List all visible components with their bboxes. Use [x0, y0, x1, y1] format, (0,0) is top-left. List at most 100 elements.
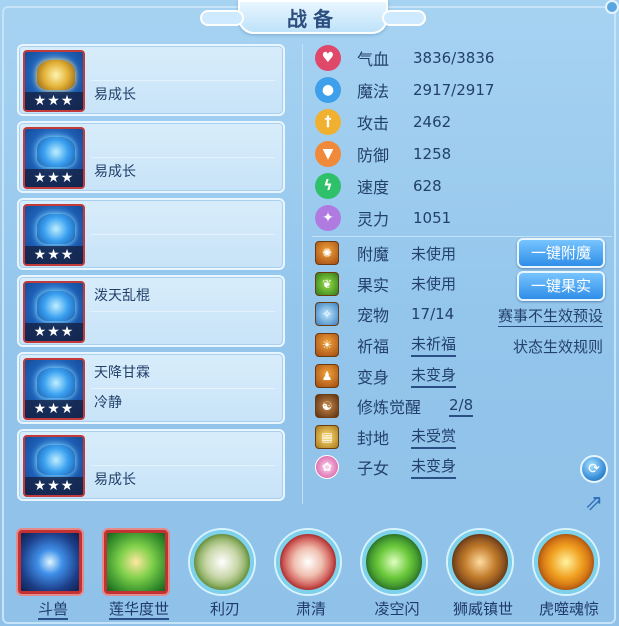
- divider: [91, 157, 275, 158]
- row-value[interactable]: 未变身: [411, 455, 457, 480]
- skill-slot-2[interactable]: 莲华度世: [98, 528, 172, 624]
- row-value[interactable]: 未祈福: [411, 333, 457, 358]
- skill-slot-4[interactable]: 肃清: [270, 528, 344, 624]
- attribute-list: ♥ 气血 3836/3836 ● 魔法 2917/2917 † 攻击 2462 …: [315, 42, 615, 234]
- skill-label: 虎噬魂惊: [538, 600, 599, 618]
- row-territory: ▤ 封地 未受赏: [315, 422, 615, 453]
- title-left-ornament: [200, 10, 244, 26]
- boots-gem-icon: [37, 445, 75, 475]
- divider: [91, 234, 275, 235]
- equipment-list: ★★★ 易成长 ★★★ 易成长 ★★★ ★★★ 泼天乱棍 ★★★ 天降甘霖 冷静…: [17, 44, 285, 506]
- enchant-icon: ✺: [315, 241, 339, 266]
- skill-label: 凌空闪: [374, 600, 420, 618]
- row-awakening: ☯ 修炼觉醒 2/8: [315, 391, 615, 422]
- blue-boots-icon: ★★★: [23, 435, 85, 497]
- stat-defense: ▼ 防御 1258: [315, 138, 615, 170]
- equipment-slot-2[interactable]: ★★★ 易成长: [17, 121, 285, 193]
- lion-icon: [448, 530, 512, 594]
- row-pet: ✧ 宠物 17/14 赛事不生效预设: [315, 299, 615, 330]
- row-label: 宠物: [357, 306, 390, 326]
- heart-icon: ♥: [315, 45, 341, 71]
- belt-gem-icon: [37, 368, 75, 398]
- territory-icon: ▤: [315, 424, 339, 449]
- skill-slot-3[interactable]: 利刃: [184, 528, 258, 624]
- stat-label: 攻击: [357, 114, 390, 133]
- row-label: 果实: [357, 275, 390, 295]
- blue-necklace-icon: ★★★: [23, 204, 85, 266]
- equipment-slot-4[interactable]: ★★★ 泼天乱棍: [17, 275, 285, 347]
- purge-icon: [276, 530, 340, 594]
- necklace-gem-icon: [37, 214, 75, 244]
- skill-slot-6[interactable]: 狮威镇世: [442, 528, 516, 624]
- stat-label: 防御: [357, 146, 390, 165]
- row-value[interactable]: 未受赏: [411, 425, 457, 449]
- row-fruit: ❦ 果实 未使用 一键果实: [315, 269, 615, 301]
- skill-label: 狮威镇世: [452, 600, 513, 618]
- row-value[interactable]: 2/8: [449, 396, 474, 417]
- weapon-gem-icon: [37, 60, 75, 90]
- share-icon[interactable]: ⇗: [578, 490, 610, 518]
- skill-slot-5[interactable]: 凌空闪: [356, 528, 430, 624]
- skill-bar: 斗兽 莲华度世 利刃 肃清 凌空闪 狮威镇世 虎噬魂惊: [12, 528, 616, 624]
- equipment-slot-5[interactable]: ★★★ 天降甘霖 冷静: [17, 352, 285, 424]
- row-label: 修炼觉醒: [357, 398, 422, 418]
- equipment-trait: 易成长: [94, 87, 136, 103]
- tournament-preset-link[interactable]: 赛事不生效预设: [497, 305, 603, 328]
- star-rating: ★★★: [25, 323, 83, 341]
- stat-label: 魔法: [357, 82, 390, 101]
- lotus-icon: ✿: [315, 455, 339, 480]
- equipment-slot-3[interactable]: ★★★: [17, 198, 285, 270]
- equipment-trait: 冷静: [94, 395, 122, 411]
- stat-spirit: ✦ 灵力 1051: [315, 202, 615, 234]
- equipment-trait: 易成长: [94, 164, 136, 180]
- flash-icon: [362, 530, 426, 594]
- star-rating: ★★★: [25, 246, 83, 264]
- mana-icon: ●: [315, 77, 341, 103]
- skill-slot-7[interactable]: 虎噬魂惊: [528, 528, 602, 624]
- pet-icon: ✧: [315, 302, 339, 327]
- sword-icon: †: [315, 109, 341, 135]
- blessing-icon: ☀: [315, 333, 339, 358]
- title-right-ornament: [382, 10, 426, 26]
- refresh-icon[interactable]: ⟳: [580, 455, 608, 483]
- equipment-slot-1[interactable]: ★★★ 易成长: [17, 44, 285, 116]
- skill-slot-1[interactable]: 斗兽: [12, 528, 86, 624]
- page-title: 战备: [287, 6, 339, 31]
- speed-icon: ϟ: [315, 173, 341, 199]
- spirit-icon: ✦: [315, 205, 341, 231]
- stat-value: 3836/3836: [413, 49, 495, 67]
- auto-enchant-button[interactable]: 一键附魔: [517, 238, 605, 268]
- divider: [91, 80, 275, 81]
- status-rules-link[interactable]: 状态生效规则: [513, 336, 603, 357]
- star-rating: ★★★: [25, 477, 83, 495]
- row-transform: ♟ 变身 未变身: [315, 360, 615, 391]
- row-value: 未使用: [411, 275, 457, 294]
- blue-armor-icon: ★★★: [23, 281, 85, 343]
- skill-label: 斗兽: [37, 600, 68, 620]
- auto-fruit-button[interactable]: 一键果实: [517, 270, 605, 301]
- row-label: 祈福: [357, 337, 390, 357]
- divider: [91, 388, 275, 389]
- row-label: 子女: [357, 459, 390, 479]
- transform-icon: ♟: [315, 363, 339, 388]
- row-value: 未使用: [411, 244, 457, 263]
- equipment-slot-6[interactable]: ★★★ 易成长: [17, 429, 285, 501]
- divider: [91, 465, 275, 466]
- stat-mp: ● 魔法 2917/2917: [315, 74, 615, 106]
- stat-speed: ϟ 速度 628: [315, 170, 615, 202]
- row-value[interactable]: 未变身: [411, 364, 457, 388]
- stat-label: 速度: [357, 178, 390, 197]
- armor-gem-icon: [37, 291, 75, 321]
- stat-value: 1051: [413, 209, 452, 227]
- row-enchant: ✺ 附魔 未使用 一键附魔: [315, 238, 615, 269]
- stat-value: 2917/2917: [413, 81, 495, 99]
- stat-label: 灵力: [357, 210, 390, 229]
- stat-value: 1258: [413, 145, 452, 163]
- helmet-gem-icon: [37, 137, 75, 167]
- star-rating: ★★★: [25, 400, 83, 418]
- close-icon[interactable]: [605, 0, 619, 14]
- beast-orb-icon: [18, 530, 82, 594]
- row-children: ✿ 子女 未变身: [315, 452, 615, 483]
- skill-label: 莲华度世: [108, 600, 169, 620]
- skill-label: 利刃: [209, 600, 240, 618]
